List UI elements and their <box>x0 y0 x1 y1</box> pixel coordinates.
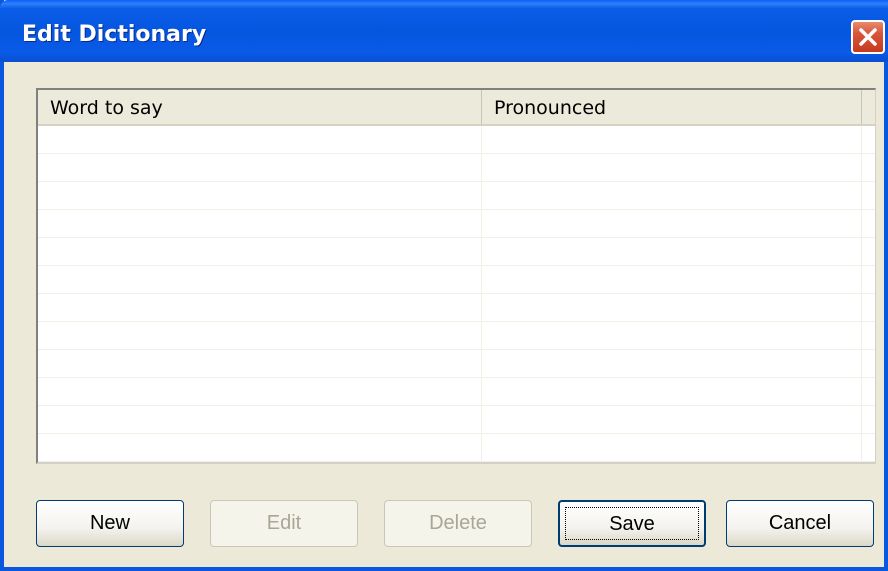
list-rows <box>38 126 875 462</box>
list-row-empty <box>38 378 875 406</box>
list-row-empty <box>38 154 875 182</box>
list-header: Word to say Pronounced <box>38 90 875 126</box>
cancel-button[interactable]: Cancel <box>726 500 874 547</box>
focus-rectangle <box>565 507 699 540</box>
title-bar[interactable]: Edit Dictionary <box>0 0 888 62</box>
list-row-empty <box>38 266 875 294</box>
column-header-pronounced[interactable]: Pronounced <box>482 90 862 124</box>
window-title: Edit Dictionary <box>22 22 207 47</box>
save-button[interactable]: Save <box>558 500 706 547</box>
close-button[interactable] <box>851 20 885 54</box>
dictionary-list[interactable]: Word to say Pronounced <box>36 88 876 464</box>
edit-button[interactable]: Edit <box>210 500 358 547</box>
column-header-word-to-say[interactable]: Word to say <box>38 90 482 124</box>
list-row-empty <box>38 182 875 210</box>
close-icon <box>859 28 877 46</box>
list-row-empty <box>38 294 875 322</box>
list-row-empty <box>38 126 875 154</box>
list-row-empty <box>38 406 875 434</box>
delete-button[interactable]: Delete <box>384 500 532 547</box>
list-row-empty <box>38 350 875 378</box>
new-button[interactable]: New <box>36 500 184 547</box>
list-row-empty <box>38 434 875 462</box>
list-row-empty <box>38 238 875 266</box>
column-header-filler <box>862 90 875 124</box>
list-row-empty <box>38 210 875 238</box>
list-row-empty <box>38 322 875 350</box>
